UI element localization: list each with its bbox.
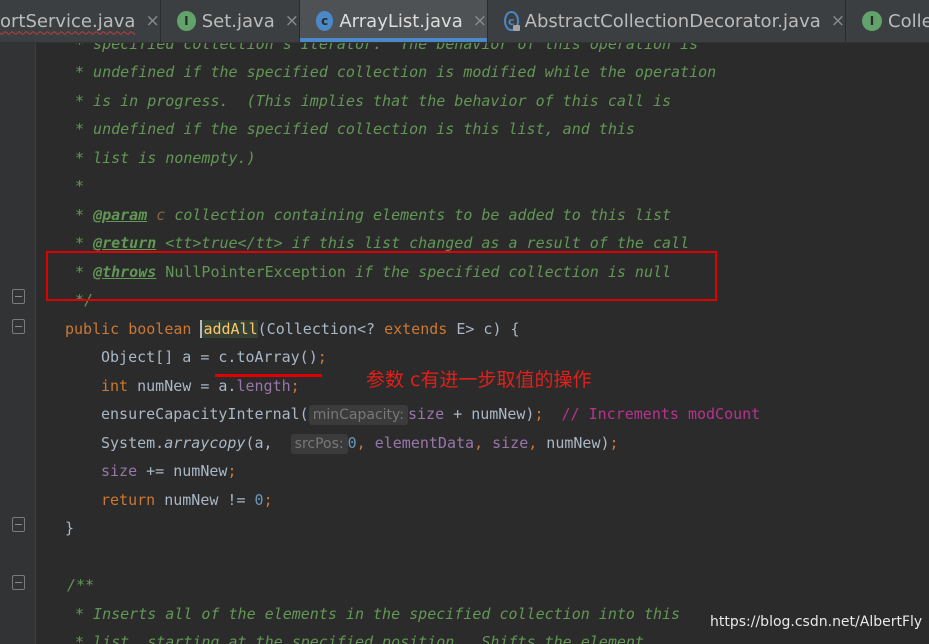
code-line: * specified collection's Iterator. The b… (75, 43, 699, 53)
interface-icon: I (177, 11, 196, 31)
close-icon[interactable]: × (473, 11, 487, 31)
close-icon[interactable]: × (285, 11, 299, 31)
lock-icon (512, 25, 520, 31)
code-line: * list, starting at the specified positi… (75, 633, 644, 644)
code-line: * (75, 177, 85, 195)
javadoc-param-tag: @param (93, 206, 148, 224)
code-line-toarray: Object[] a = c.toArray(); (101, 348, 327, 366)
code-line: ensureCapacityInternal(minCapacity: size … (101, 405, 761, 425)
code-line: size += numNew; (101, 462, 237, 480)
code-line: * list is nonempty.) (75, 149, 256, 167)
tab-label: ortService.java (0, 10, 136, 32)
annotation-note: 参数 c有进一步取值的操作 (366, 369, 592, 391)
tab-arraylist[interactable]: c ArrayList.java × (300, 0, 488, 42)
code-line: * undefined if the specified collection … (75, 63, 717, 81)
editor-gutter (0, 43, 36, 644)
code-line: * Inserts all of the elements in the spe… (75, 605, 681, 623)
tab-label: ArrayList.java (339, 10, 463, 32)
editor-tab-bar: ortService.java × I Set.java × c ArrayLi… (0, 0, 929, 43)
code-line: return numNew != 0; (101, 491, 273, 509)
code-editor[interactable]: * specified collection's Iterator. The b… (36, 43, 929, 644)
code-line: /** (67, 576, 95, 594)
code-line: * undefined if the specified collection … (75, 120, 635, 138)
tab-label: Colle (888, 10, 929, 32)
tab-abstractcollectiondecorator[interactable]: c AbstractCollectionDecorator.java × (488, 0, 846, 42)
method-signature-line: public boolean addAll(Collection<? exten… (65, 320, 520, 338)
parameter-hint: minCapacity: (308, 405, 408, 425)
close-icon[interactable]: × (145, 11, 159, 31)
watermark: https://blog.csdn.net/AlbertFly (710, 614, 923, 630)
abstract-class-icon: c (504, 11, 520, 31)
fold-marker-icon[interactable] (12, 517, 25, 532)
code-line: System.arraycopy(a, srcPos: 0, elementDat… (101, 434, 619, 454)
close-icon[interactable]: × (831, 11, 845, 31)
tab-label: AbstractCollectionDecorator.java (524, 10, 821, 32)
code-line: } (65, 519, 75, 537)
parameter-hint: srcPos: (290, 434, 348, 454)
tab-label: Set.java (201, 10, 275, 32)
highlight-underline (215, 374, 322, 377)
fold-marker-icon[interactable] (12, 319, 25, 334)
code-line: * is in progress. (This implies that the… (75, 92, 672, 110)
interface-icon: I (862, 11, 882, 31)
highlight-box (46, 251, 717, 301)
method-name-addall[interactable]: addAll (200, 320, 258, 338)
fold-marker-icon[interactable] (12, 575, 25, 590)
tab-set[interactable]: I Set.java × (161, 0, 300, 42)
code-comment: // Increments modCount (561, 405, 761, 423)
code-line: * @param c collection containing element… (75, 206, 672, 224)
fold-marker-icon[interactable] (12, 289, 25, 304)
class-icon: c (316, 11, 334, 31)
tab-sortservice[interactable]: ortService.java × (0, 0, 161, 42)
tab-collection[interactable]: I Colle (846, 0, 929, 42)
javadoc-return-tag: @return (93, 234, 157, 252)
